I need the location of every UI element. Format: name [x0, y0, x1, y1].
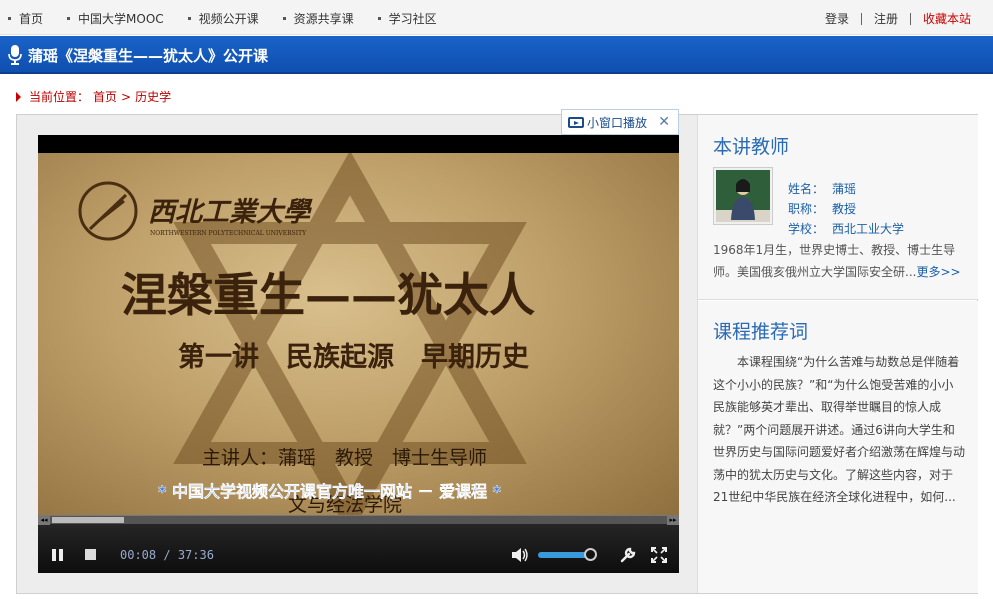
time-total: 37:36	[177, 548, 214, 562]
bullet-icon	[282, 17, 286, 20]
microphone-icon	[8, 45, 22, 65]
lecture-text: 第一讲 民族起源 早期历史	[178, 341, 529, 373]
breadcrumb-separator: >	[121, 89, 132, 104]
mini-window-button[interactable]: 小窗口播放 ✕	[561, 109, 679, 135]
pause-button[interactable]	[52, 549, 64, 561]
teacher-section: 本讲教师 姓名： 蒲瑶 职称： 教授 学校： 西北工业大学 1968年1月生，世界史博…	[698, 115, 978, 300]
recommend-text: 本课程围绕“为什么苦难与劫数总是伴随着这个小小的民族？”和“为什么饱受苦难的小小…	[713, 355, 966, 504]
user-links: 登录 注册 收藏本站	[825, 10, 971, 27]
bullet-icon	[8, 17, 11, 20]
breadcrumb: 当前位置： 首页 > 历史学	[16, 88, 175, 105]
teacher-bio: 1968年1月生，世界史博士、教授、博士生导师。美国俄亥俄州立大学国际安全研..…	[713, 239, 968, 283]
teacher-portrait-icon	[716, 170, 770, 222]
stop-button[interactable]	[85, 549, 96, 560]
time-current: 00:08	[120, 548, 157, 562]
nav-item-mooc[interactable]: 中国大学MOOC	[67, 10, 164, 27]
course-title-text: 涅槃重生——犹太人	[121, 268, 535, 322]
recommend-heading: 课程推荐词	[713, 321, 809, 343]
divider	[909, 12, 911, 25]
video-camera-icon	[568, 116, 584, 128]
bullet-icon	[377, 17, 381, 20]
divider	[860, 12, 862, 25]
school-name-text: 西北工業大學	[148, 197, 313, 228]
recommend-section: 课程推荐词 本课程围绕“为什么苦难与劫数总是伴随着这个小小的民族？”和“为什么饱…	[698, 301, 978, 593]
volume-icon[interactable]	[511, 547, 529, 563]
page-title: 蒲瑶《涅槃重生——犹太人》公开课	[28, 47, 269, 65]
bullet-icon	[187, 17, 191, 20]
teacher-school[interactable]: 西北工业大学	[832, 222, 904, 236]
login-link[interactable]: 登录	[825, 10, 849, 27]
top-nav: 首页 中国大学MOOC 视频公开课 资源共享课 学习社区	[8, 10, 461, 27]
university-emblem-icon	[78, 181, 138, 241]
nav-item-label: 首页	[19, 12, 44, 26]
breadcrumb-current-link[interactable]: 历史学	[135, 88, 171, 105]
nav-item-home[interactable]: 首页	[8, 10, 43, 27]
seek-back-icon[interactable]: ◂◂	[38, 516, 50, 525]
course-title-bar: 蒲瑶《涅槃重生——犹太人》公开课	[0, 36, 993, 74]
teacher-title: 教授	[832, 202, 857, 216]
nav-item-label: 资源共享课	[293, 12, 354, 26]
close-icon[interactable]: ✕	[658, 114, 670, 130]
time-separator: /	[163, 548, 171, 562]
sidebar: 本讲教师 姓名： 蒲瑶 职称： 教授 学校： 西北工业大学 1968年1月生，世界史博…	[697, 115, 978, 593]
school-label: 学校：	[788, 222, 825, 236]
control-bar: ◂◂ ▸▸ 00:08 / 37:36	[38, 515, 679, 573]
teacher-name[interactable]: 蒲瑶	[832, 182, 856, 196]
school-en-text: NORTHWESTERN POLYTECHNICAL UNIVERSITY	[150, 230, 307, 237]
title-label: 职称：	[788, 202, 825, 216]
nav-item-label: 中国大学MOOC	[78, 12, 164, 26]
seek-forward-icon[interactable]: ▸▸	[667, 516, 679, 525]
name-label: 姓名：	[788, 182, 825, 196]
nav-item-resource[interactable]: 资源共享课	[282, 10, 354, 27]
teacher-heading: 本讲教师	[713, 136, 790, 158]
settings-wrench-icon[interactable]	[620, 547, 636, 563]
mini-window-label: 小窗口播放	[587, 115, 648, 130]
lecturer-text: 主讲人：蒲瑶 教授 博士生导师	[202, 447, 487, 469]
nav-item-label: 视频公开课	[198, 12, 259, 26]
fullscreen-icon[interactable]	[651, 547, 667, 563]
favorite-link[interactable]: 收藏本站	[923, 10, 971, 27]
nav-item-community[interactable]: 学习社区	[377, 10, 437, 27]
teacher-info: 姓名： 蒲瑶 职称： 教授 学校： 西北工业大学	[788, 179, 904, 239]
volume-knob[interactable]	[584, 548, 597, 561]
nav-item-open-course[interactable]: 视频公开课	[187, 10, 259, 27]
breadcrumb-home-link[interactable]: 首页	[93, 88, 117, 105]
breadcrumb-label: 当前位置：	[29, 90, 90, 104]
video-player[interactable]: 西北工業大學 NORTHWESTERN POLYTECHNICAL UNIVER…	[38, 135, 679, 573]
video-frame[interactable]: 西北工業大學 NORTHWESTERN POLYTECHNICAL UNIVER…	[38, 153, 679, 515]
nav-item-label: 学习社区	[388, 12, 437, 26]
register-link[interactable]: 注册	[874, 10, 898, 27]
watermark-text: * 中国大学视频公开课官方唯一网站 － 爱课程 *	[158, 482, 502, 501]
time-display: 00:08 / 37:36	[120, 548, 214, 562]
more-link[interactable]: 更多>>	[916, 265, 960, 279]
progress-bar[interactable]: ◂◂ ▸▸	[38, 515, 679, 525]
teacher-photo[interactable]	[713, 167, 773, 225]
progress-fill	[52, 517, 124, 523]
bullet-icon	[67, 17, 71, 20]
video-frame-art: 西北工業大學 NORTHWESTERN POLYTECHNICAL UNIVER…	[78, 153, 535, 515]
top-bar: 首页 中国大学MOOC 视频公开课 资源共享课 学习社区 登录 注册 收藏本站	[0, 0, 993, 35]
arrow-right-icon	[16, 91, 21, 102]
